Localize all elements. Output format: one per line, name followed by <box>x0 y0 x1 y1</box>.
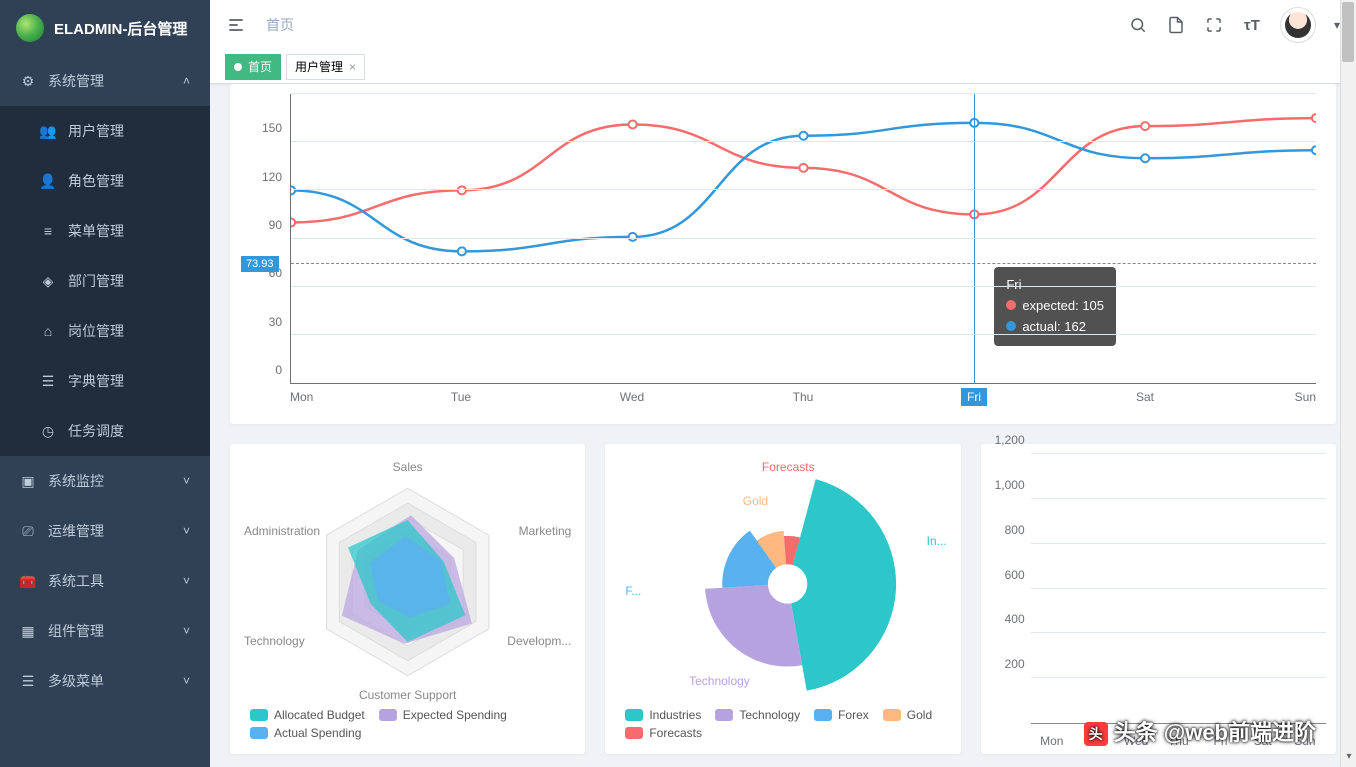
nav-group-ops[interactable]: ⎚运维管理˅ <box>0 506 210 556</box>
search-icon[interactable] <box>1128 15 1148 35</box>
gear-icon: ⚙ <box>20 73 36 89</box>
tab-users[interactable]: 用户管理× <box>286 54 365 80</box>
nav-item-task[interactable]: ◷任务调度 <box>0 406 210 456</box>
nav-group-label: 系统管理 <box>48 71 104 91</box>
bar-chart-card: 2004006008001,0001,200 MonTueWedThuFriSa… <box>981 444 1336 754</box>
hamburger-toggle[interactable] <box>226 15 246 35</box>
nav-item-menus[interactable]: ≡菜单管理 <box>0 206 210 256</box>
line-chart-card: 0306090120150180 73.93 Fri expected: 105… <box>230 84 1336 424</box>
ops-icon: ⎚ <box>20 523 36 539</box>
chevron-down-icon: ˅ <box>183 624 190 638</box>
content-scroll[interactable]: 0306090120150180 73.93 Fri expected: 105… <box>210 84 1356 767</box>
nav-group-components[interactable]: ▦组件管理˅ <box>0 606 210 656</box>
dict-icon: ☰ <box>40 373 56 389</box>
pie-legend: Industries Technology Forex Gold Forecas… <box>615 704 950 744</box>
chevron-down-icon: ˅ <box>183 474 190 488</box>
nav-item-dict[interactable]: ☰字典管理 <box>0 356 210 406</box>
job-icon: ⌂ <box>40 323 56 339</box>
monitor-icon: ▣ <box>20 473 36 489</box>
nav-item-job[interactable]: ⌂岗位管理 <box>0 306 210 356</box>
avatar[interactable] <box>1280 7 1316 43</box>
radar-chart-card: Sales Marketing Developm... Customer Sup… <box>230 444 585 754</box>
dept-icon: ◈ <box>40 273 56 289</box>
bar-chart[interactable]: 2004006008001,0001,200 <box>1031 454 1326 724</box>
brand-title: ELADMIN-后台管理 <box>54 18 187 39</box>
marker-label: 73.93 <box>241 256 279 272</box>
main-area: 首页 τT ▾ 首页 用户管理× 0306090120150180 <box>210 0 1356 767</box>
tab-home[interactable]: 首页 <box>225 54 281 80</box>
brand-logo[interactable]: ELADMIN-后台管理 <box>0 0 210 56</box>
nav-group-multi[interactable]: ☰多级菜单˅ <box>0 656 210 706</box>
fullscreen-icon[interactable] <box>1204 15 1224 35</box>
nav-item-roles[interactable]: 👤角色管理 <box>0 156 210 206</box>
nav-group-system[interactable]: ⚙ 系统管理 ˄ <box>0 56 210 106</box>
nav-group-tools[interactable]: 🧰系统工具˅ <box>0 556 210 606</box>
chevron-up-icon: ˄ <box>183 74 190 88</box>
breadcrumb[interactable]: 首页 <box>266 15 294 35</box>
scrollbar[interactable]: ▴ ▾ <box>1340 0 1356 767</box>
brand-icon <box>16 14 44 42</box>
chevron-down-icon: ˅ <box>183 674 190 688</box>
components-icon: ▦ <box>20 623 36 639</box>
pie-chart[interactable]: Forecasts Gold In... F... Technology <box>615 454 950 704</box>
nav-item-dept[interactable]: ◈部门管理 <box>0 256 210 306</box>
close-icon[interactable]: × <box>349 60 356 74</box>
sidebar: ELADMIN-后台管理 ⚙ 系统管理 ˄ 👥用户管理 👤角色管理 ≡菜单管理 … <box>0 0 210 767</box>
role-icon: 👤 <box>40 173 56 189</box>
radar-chart[interactable]: Sales Marketing Developm... Customer Sup… <box>240 454 575 704</box>
header: 首页 τT ▾ <box>210 0 1356 50</box>
task-icon: ◷ <box>40 423 56 439</box>
chevron-down-icon: ˅ <box>183 524 190 538</box>
line-chart[interactable]: 0306090120150180 73.93 Fri expected: 105… <box>240 94 1326 414</box>
sidebar-nav: ⚙ 系统管理 ˄ 👥用户管理 👤角色管理 ≡菜单管理 ◈部门管理 ⌂岗位管理 ☰… <box>0 56 210 767</box>
nav-item-users[interactable]: 👥用户管理 <box>0 106 210 156</box>
tabs-bar: 首页 用户管理× <box>210 50 1356 84</box>
font-size-icon[interactable]: τT <box>1242 15 1262 35</box>
menu-icon: ≡ <box>40 223 56 239</box>
scrollbar-thumb[interactable] <box>1342 2 1354 62</box>
multi-icon: ☰ <box>20 673 36 689</box>
pie-chart-card: Forecasts Gold In... F... Technology Ind… <box>605 444 960 754</box>
users-icon: 👥 <box>40 123 56 139</box>
radar-legend: Allocated Budget Expected Spending Actua… <box>240 704 575 744</box>
tools-icon: 🧰 <box>20 573 36 589</box>
doc-icon[interactable] <box>1166 15 1186 35</box>
nav-group-monitor[interactable]: ▣系统监控˅ <box>0 456 210 506</box>
chevron-down-icon: ˅ <box>183 574 190 588</box>
